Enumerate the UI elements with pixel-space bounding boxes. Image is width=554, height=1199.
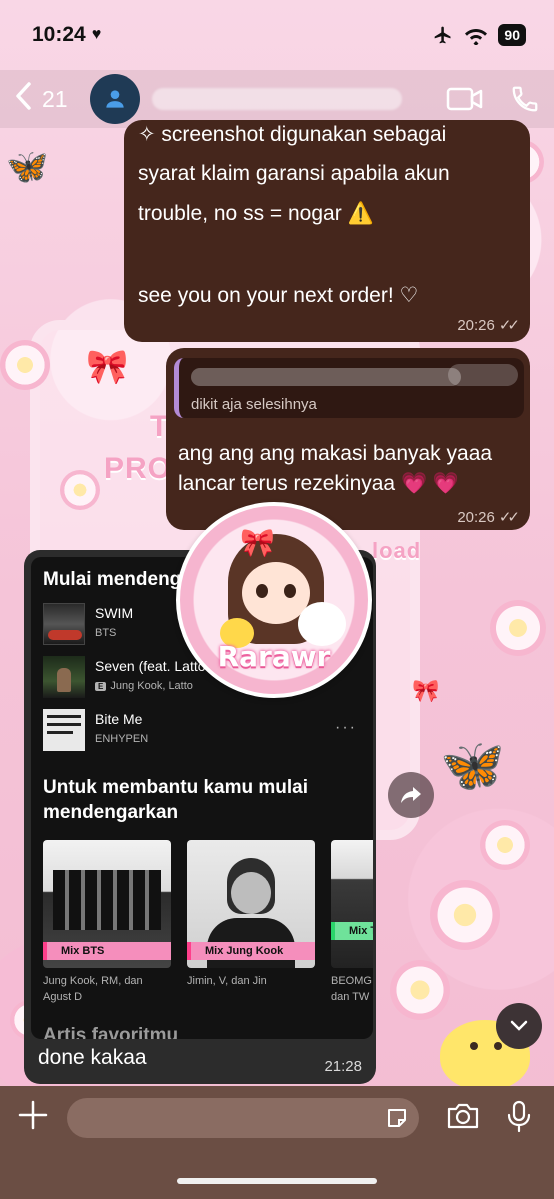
track-artist: BTS [95, 627, 117, 639]
quoted-message[interactable]: dikit aja selesihnya [174, 358, 524, 418]
wallpaper-text: load [372, 538, 422, 563]
sticker-icon[interactable] [385, 1106, 409, 1130]
album-art [43, 656, 85, 698]
playlist-tag: Mix T [331, 922, 373, 940]
contact-name-redacted[interactable] [151, 88, 402, 110]
playlist-card: Mix Jung Kook Jimin, V, dan Jin [187, 840, 315, 990]
message-input[interactable] [67, 1098, 419, 1138]
video-call-icon[interactable] [446, 86, 484, 112]
message-text: see you on your next order! ♡ [138, 284, 419, 307]
playlist-card: Mix T BEOMGdan TW [331, 840, 373, 1006]
section-title: mendengarkan [43, 802, 179, 823]
flower-decoration [480, 820, 530, 870]
butterfly-decoration: 🎀 [86, 348, 129, 386]
butterfly-decoration: 🎀 [412, 678, 440, 703]
wifi-icon [465, 29, 488, 45]
playlist-cover: Mix T [331, 840, 373, 968]
flower-decoration [60, 470, 100, 510]
wallpaper-text: PRO [104, 452, 173, 485]
read-receipt-icon: ✓✓ [498, 509, 520, 526]
track-title: SWIM [95, 605, 134, 621]
plus-icon[interactable] [16, 1098, 50, 1132]
message-time: 20:26 [457, 317, 495, 334]
flower-decoration [390, 960, 450, 1020]
butterfly-decoration: 🦋 [440, 737, 505, 795]
message-input-bar [0, 1086, 554, 1199]
chevron-left-icon [16, 82, 31, 110]
quoted-thumbnail [448, 364, 518, 386]
forward-icon [401, 787, 421, 803]
message-text: lancar terus rezekinyaa 💗 💗 [178, 472, 460, 495]
playlist-cover: Mix BTS [43, 840, 171, 968]
airplane-icon [435, 26, 451, 44]
message-time: 21:28 [324, 1058, 362, 1075]
playlist-cover: Mix Jung Kook [187, 840, 315, 968]
playlist-subtitle: Jimin, V, dan Jin [187, 975, 267, 987]
message-meta: 20:26 ✓✓ [457, 508, 520, 526]
explicit-badge: E [95, 681, 107, 691]
section-title: Mulai mendeng [43, 569, 182, 590]
bow-icon: 🎀 [240, 527, 275, 558]
quoted-sender-redacted [191, 368, 461, 386]
sticker-image: 🎀 Rarawr [176, 502, 372, 698]
person-icon [105, 90, 124, 108]
flower-decoration [0, 340, 50, 390]
status-bar: 10:24 ♥ 90 [0, 0, 554, 70]
album-art [43, 709, 85, 751]
battery-indicator: 90 [498, 24, 526, 46]
album-art [43, 603, 85, 645]
message-bubble-outgoing[interactable]: ✧ screenshot digunakan sebagai syarat kl… [124, 120, 530, 342]
playlist-tag: Mix Jung Kook [187, 942, 315, 960]
quoted-text: dikit aja selesihnya [191, 396, 317, 413]
message-text: syarat klaim garansi apabila akun [138, 162, 450, 185]
forward-button[interactable] [388, 772, 434, 818]
heart-icon: ♥ [91, 26, 102, 43]
chevron-down-icon [510, 1020, 528, 1031]
track-artist: E Jung Kook, Latto [95, 680, 193, 692]
unread-count[interactable]: 21 [42, 86, 68, 113]
status-time: 10:24 [32, 23, 86, 46]
track-artist: ENHYPEN [95, 733, 149, 745]
back-button[interactable] [14, 81, 32, 117]
scroll-to-bottom-button[interactable] [496, 1003, 542, 1049]
message-text: trouble, no ss = nogar ⚠️ [138, 202, 374, 225]
read-receipt-icon: ✓✓ [498, 317, 520, 334]
section-title: Artis favoritmu [43, 1025, 179, 1039]
camera-icon[interactable] [446, 1102, 480, 1130]
home-indicator [177, 1178, 377, 1184]
message-bubble-outgoing[interactable]: dikit aja selesihnya ang ang ang makasi … [166, 348, 530, 530]
butterfly-decoration: 🦋 [6, 148, 49, 186]
microphone-icon[interactable] [506, 1100, 532, 1134]
playlist-subtitle: BEOMG dan TW [331, 975, 372, 1003]
sticker-label: Rarawr [217, 640, 331, 673]
more-options-icon: ··· [335, 719, 357, 736]
flower-decoration [430, 880, 500, 950]
message-time: 20:26 [457, 509, 495, 526]
track-title: Bite Me [95, 711, 143, 727]
image-caption: done kakaa [38, 1046, 147, 1069]
playlist-card: Mix BTS Jung Kook, RM, dan Agust D [43, 840, 171, 1006]
section-title: Untuk membantu kamu mulai [43, 777, 308, 798]
message-meta: 20:26 ✓✓ [457, 316, 520, 334]
phone-call-icon[interactable] [510, 84, 540, 114]
message-text: ✧ screenshot digunakan sebagai [138, 123, 447, 146]
flower-decoration [490, 600, 546, 656]
track-row: Bite Me ENHYPEN ··· [43, 709, 363, 753]
contact-avatar[interactable] [89, 74, 140, 124]
playlist-subtitle: Jung Kook, RM, dan Agust D [43, 975, 143, 1003]
playlist-tag: Mix BTS [43, 942, 171, 960]
message-text: ang ang ang makasi banyak yaaa [178, 442, 493, 465]
